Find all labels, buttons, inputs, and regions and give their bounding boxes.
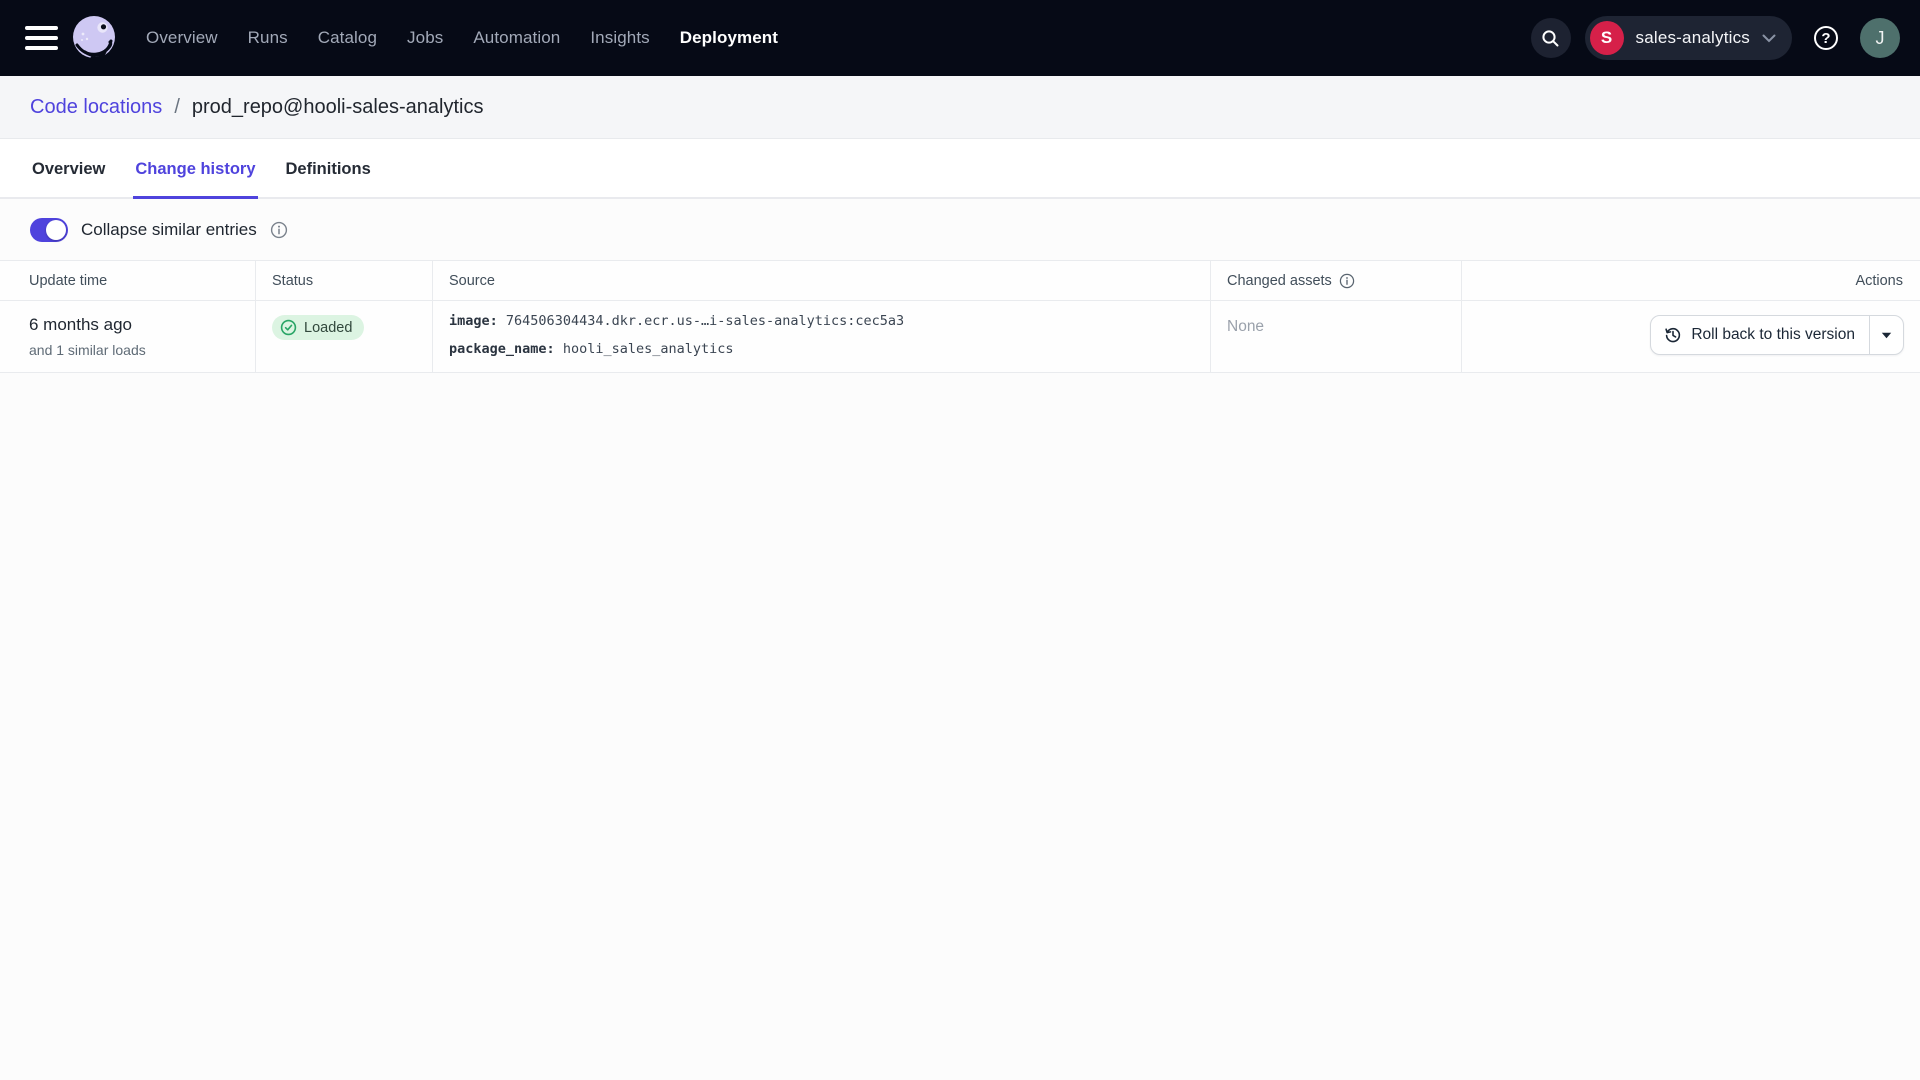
tab-change-history[interactable]: Change history	[133, 139, 257, 199]
update-time-value: 6 months ago	[29, 315, 239, 335]
hamburger-icon	[25, 26, 58, 30]
status-badge: Loaded	[272, 315, 364, 340]
help-icon: ?	[1814, 26, 1838, 50]
breadcrumb-separator: /	[174, 96, 180, 119]
change-history-table: Update time Status Source Changed assets…	[0, 260, 1920, 373]
changed-assets-info-icon[interactable]	[1339, 273, 1355, 289]
source-image-label: image:	[449, 313, 498, 329]
col-header-update-time: Update time	[0, 261, 256, 301]
check-circle-icon	[280, 319, 297, 336]
page-title: prod_repo@hooli-sales-analytics	[192, 96, 484, 119]
table-header-row: Update time Status Source Changed assets…	[0, 261, 1920, 301]
col-header-status: Status	[256, 261, 433, 301]
rollback-button[interactable]: Roll back to this version	[1651, 316, 1869, 354]
col-header-changed-assets: Changed assets	[1211, 261, 1462, 301]
org-name: sales-analytics	[1636, 28, 1751, 48]
actions-cell: Roll back to this version	[1462, 301, 1920, 373]
changed-assets-value: None	[1227, 315, 1264, 336]
collapse-similar-toggle[interactable]	[30, 218, 68, 242]
user-avatar[interactable]: J	[1860, 18, 1900, 58]
col-header-actions: Actions	[1462, 261, 1920, 301]
toggle-knob	[46, 220, 66, 240]
changed-assets-cell: None	[1211, 301, 1462, 373]
rollback-label: Roll back to this version	[1691, 326, 1855, 344]
col-header-source: Source	[433, 261, 1211, 301]
table-row: 6 months ago and 1 similar loads Loaded …	[0, 301, 1920, 373]
nav-item-overview[interactable]: Overview	[146, 28, 218, 48]
similar-loads-note: and 1 similar loads	[29, 342, 239, 358]
nav-item-automation[interactable]: Automation	[473, 28, 560, 48]
status-cell: Loaded	[256, 301, 433, 373]
search-button[interactable]	[1531, 18, 1571, 58]
collapse-info-icon[interactable]	[270, 221, 288, 239]
org-switcher[interactable]: S sales-analytics	[1585, 16, 1793, 60]
history-toolbar: Collapse similar entries	[0, 199, 1920, 260]
nav-item-deployment[interactable]: Deployment	[680, 28, 778, 48]
tab-bar: Overview Change history Definitions	[0, 139, 1920, 199]
org-avatar: S	[1590, 21, 1624, 55]
app-window: Overview Runs Catalog Jobs Automation In…	[0, 0, 1920, 1080]
nav-item-catalog[interactable]: Catalog	[318, 28, 377, 48]
caret-down-icon	[1881, 332, 1892, 339]
top-nav: Overview Runs Catalog Jobs Automation In…	[0, 0, 1920, 76]
source-cell: image: 764506304434.dkr.ecr.us-…i-sales-…	[433, 301, 1211, 373]
rollback-button-group: Roll back to this version	[1650, 315, 1904, 355]
top-nav-right: S sales-analytics ? J	[1531, 16, 1901, 60]
tab-overview[interactable]: Overview	[30, 139, 107, 199]
rollback-dropdown-button[interactable]	[1869, 316, 1903, 354]
chevron-down-icon	[1762, 34, 1776, 43]
source-package-label: package_name:	[449, 341, 555, 357]
status-label: Loaded	[304, 320, 352, 336]
tab-definitions[interactable]: Definitions	[284, 139, 373, 199]
source-image-value: 764506304434.dkr.ecr.us-…i-sales-analyti…	[506, 313, 904, 329]
search-icon	[1541, 29, 1560, 48]
help-button[interactable]: ?	[1806, 18, 1846, 58]
menu-button[interactable]	[20, 16, 64, 60]
collapse-toggle-label: Collapse similar entries	[81, 220, 257, 240]
nav-item-runs[interactable]: Runs	[248, 28, 288, 48]
nav-item-jobs[interactable]: Jobs	[407, 28, 443, 48]
dagster-logo-icon	[68, 12, 120, 64]
nav-item-insights[interactable]: Insights	[590, 28, 649, 48]
source-package-value: hooli_sales_analytics	[563, 341, 734, 357]
breadcrumb: Code locations / prod_repo@hooli-sales-a…	[0, 76, 1920, 139]
update-time-cell: 6 months ago and 1 similar loads	[0, 301, 256, 373]
primary-nav: Overview Runs Catalog Jobs Automation In…	[146, 28, 778, 48]
breadcrumb-link-code-locations[interactable]: Code locations	[30, 96, 162, 119]
rollback-history-icon	[1664, 326, 1682, 344]
